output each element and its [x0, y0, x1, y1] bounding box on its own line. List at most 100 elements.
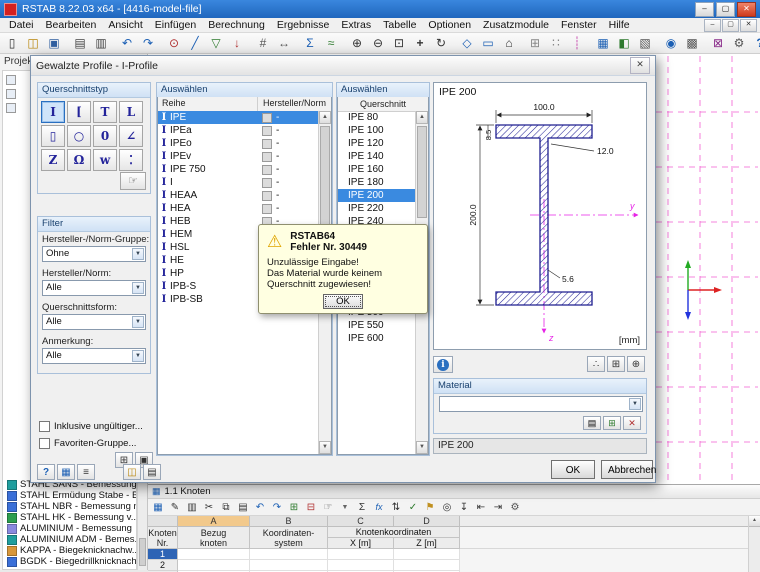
ok-button[interactable]: OK [551, 460, 595, 479]
cancel-button[interactable]: Abbrechen [601, 460, 653, 479]
help-icon[interactable]: ? [750, 34, 760, 53]
dimension-icon[interactable]: ↔ [274, 34, 294, 53]
filter-icon[interactable]: ▼ [337, 500, 353, 514]
new-node-icon[interactable]: ⊙ [164, 34, 184, 53]
print-icon[interactable]: ▤ [70, 34, 90, 53]
type-channel-button[interactable]: [ [67, 101, 91, 123]
numbering-icon[interactable]: # [253, 34, 273, 53]
section-values-icon[interactable]: ⊞ [607, 356, 625, 372]
scroll-thumb[interactable] [417, 126, 427, 218]
filter-dropdown[interactable]: Alle ▼ [42, 314, 146, 330]
checkbox-icon[interactable] [39, 421, 50, 432]
filter-dropdown[interactable]: Alle ▼ [42, 280, 146, 296]
insert-row-icon[interactable]: ⊞ [286, 500, 302, 514]
menu-item[interactable]: Hilfe [603, 18, 636, 32]
view-xz-icon[interactable]: ▭ [478, 34, 498, 53]
stress-points-icon[interactable]: ∴ [587, 356, 605, 372]
filter-dropdown[interactable]: Alle ▼ [42, 348, 146, 364]
cut-icon[interactable]: ✂ [201, 500, 217, 514]
tree-item[interactable]: BGDK - Biegedrillknicknach... [3, 556, 136, 567]
table-titlebar[interactable]: ▦ 1.1 Knoten [148, 485, 760, 499]
new-file-icon[interactable]: ▯ [2, 34, 22, 53]
info-button[interactable]: i [433, 356, 453, 373]
row-number-cell[interactable]: 1 [148, 549, 178, 560]
new-support-icon[interactable]: ▽ [206, 34, 226, 53]
sort-icon[interactable]: ⇅ [388, 500, 404, 514]
tree-item[interactable]: STAHL Ermüdung Stabe - B... [3, 490, 136, 501]
tree-item[interactable]: STAHL NBR - Bemessung n... [3, 501, 136, 512]
paste-icon[interactable]: ▤ [235, 500, 251, 514]
new-member-icon[interactable]: ╱ [185, 34, 205, 53]
table-scrollbar[interactable]: ▲ [748, 516, 760, 572]
delete-material-icon[interactable]: ✕ [623, 416, 641, 430]
scroll-down-icon[interactable]: ▼ [416, 441, 428, 454]
search-icon[interactable]: ◎ [439, 500, 455, 514]
sort-icon[interactable]: ≡ [77, 464, 95, 480]
edit-cell-icon[interactable]: ✎ [167, 500, 183, 514]
new-load-icon[interactable]: ↓ [227, 34, 247, 53]
type-angle-button[interactable]: L [119, 101, 143, 123]
material-dropdown[interactable]: ▼ [439, 396, 643, 412]
pick-icon[interactable]: ☞ [320, 500, 336, 514]
tree-item[interactable]: KAPPA - Biegeknicknachw... [3, 545, 136, 556]
table-settings-icon[interactable]: ⚙ [507, 500, 523, 514]
mdi-minimize-button[interactable]: – [704, 19, 721, 32]
filter-dropdown[interactable]: Ohne ▼ [42, 246, 146, 262]
minimize-button[interactable]: – [695, 2, 714, 17]
checkbox-icon[interactable] [39, 438, 50, 449]
error-ok-button[interactable]: OK [323, 294, 363, 309]
menu-item[interactable]: Datei [3, 18, 40, 32]
section-table-icon[interactable]: ▦ [57, 464, 75, 480]
size-row[interactable]: IPE 160 [338, 163, 415, 176]
size-row[interactable]: IPE 100 [338, 124, 415, 137]
type-z-section-button[interactable]: Z [41, 149, 65, 171]
visibility-icon[interactable]: ◉ [661, 34, 681, 53]
zoom-out-icon[interactable]: ⊖ [368, 34, 388, 53]
close-button[interactable]: ✕ [737, 2, 756, 17]
mdi-close-button[interactable]: ✕ [740, 19, 757, 32]
mdi-restore-button[interactable]: ▢ [722, 19, 739, 32]
guidelines-icon[interactable]: ┊ [567, 34, 587, 53]
include-invalid-checkbox[interactable]: Inklusive ungültiger... [39, 421, 143, 432]
column-letter-header[interactable]: C [328, 516, 394, 527]
zoom-window-icon[interactable]: ⊡ [389, 34, 409, 53]
type-more-button[interactable]: ⁚ [119, 149, 143, 171]
series-row[interactable]: I I - [158, 176, 318, 189]
menu-item[interactable]: Tabelle [377, 18, 422, 32]
check-entries-icon[interactable]: ✓ [405, 500, 421, 514]
scroll-up-icon[interactable]: ▲ [416, 111, 428, 124]
cell-z[interactable] [394, 560, 460, 571]
size-row[interactable]: IPE 550 [338, 319, 415, 332]
cell-bezug-knoten[interactable] [178, 549, 250, 560]
type-corrugated-button[interactable]: w [93, 149, 117, 171]
type-hat-button[interactable]: Ω [67, 149, 91, 171]
undo-icon[interactable]: ↶ [117, 34, 137, 53]
menu-item[interactable]: Ergebnisse [271, 18, 336, 32]
calculate-icon[interactable]: Σ [300, 34, 320, 53]
rotate-view-icon[interactable]: ↻ [431, 34, 451, 53]
show-all-icon[interactable]: ⌂ [499, 34, 519, 53]
cell-bezug-knoten[interactable] [178, 560, 250, 571]
size-row[interactable]: IPE 600 [338, 332, 415, 345]
favorites-group-checkbox[interactable]: Favoriten-Gruppe... [39, 438, 136, 449]
print-icon[interactable]: ▤ [143, 464, 161, 480]
jump-end-icon[interactable]: ⇥ [490, 500, 506, 514]
flag-icon[interactable]: ⚑ [422, 500, 438, 514]
type-hollow-box-button[interactable]: ▯ [41, 125, 65, 147]
dialog-titlebar[interactable]: Gewalzte Profile - I-Profile ✕ [31, 56, 655, 76]
cell-koordinatensystem[interactable] [250, 549, 328, 560]
menu-item[interactable]: Extras [335, 18, 377, 32]
open-file-icon[interactable]: ◫ [23, 34, 43, 53]
undo-icon[interactable]: ↶ [252, 500, 268, 514]
column-letter-header[interactable]: A [178, 516, 250, 527]
view-mode-icon[interactable]: ▥ [184, 500, 200, 514]
type-i-section-button[interactable]: I [41, 101, 65, 123]
cell-x[interactable] [328, 549, 394, 560]
modules-icon[interactable]: ⊠ [708, 34, 728, 53]
manual-pick-button[interactable]: ☞ [120, 172, 146, 190]
copy-icon[interactable]: ⧉ [218, 500, 234, 514]
scroll-down-icon[interactable]: ▼ [319, 441, 331, 454]
view-isometric-icon[interactable]: ◇ [457, 34, 477, 53]
close-icon[interactable]: ✕ [630, 57, 650, 74]
page-preview-icon[interactable]: ▥ [91, 34, 111, 53]
